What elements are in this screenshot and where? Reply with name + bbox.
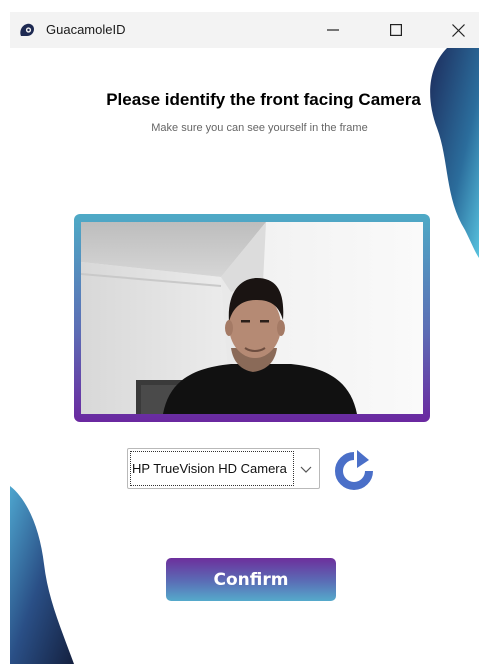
minimize-icon: [327, 29, 339, 31]
window-title: GuacamoleID: [46, 22, 126, 37]
page-title: Please identify the front facing Camera: [106, 90, 421, 109]
app-window: GuacamoleID Please identify the front fa…: [10, 12, 479, 664]
camera-feed: [81, 222, 423, 414]
minimize-button[interactable]: [310, 12, 356, 48]
decorative-blob-bottom-left: [10, 486, 74, 664]
close-icon: [451, 23, 465, 37]
chevron-down-icon: [300, 466, 312, 473]
maximize-icon: [390, 24, 402, 36]
maximize-button[interactable]: [373, 12, 419, 48]
title-bar: GuacamoleID: [10, 12, 479, 48]
confirm-button[interactable]: Confirm: [166, 558, 336, 601]
camera-preview-frame: [74, 214, 430, 422]
decorative-blob-top-right: [430, 48, 479, 258]
close-button[interactable]: [435, 12, 479, 48]
refresh-icon: [335, 450, 373, 490]
guacamole-logo-icon: [20, 23, 34, 36]
refresh-button[interactable]: [333, 450, 375, 492]
page-subtitle: Make sure you can see yourself in the fr…: [151, 122, 368, 134]
camera-select-value: HP TrueVision HD Camera: [130, 451, 294, 486]
camera-select[interactable]: HP TrueVision HD Camera: [127, 448, 320, 489]
